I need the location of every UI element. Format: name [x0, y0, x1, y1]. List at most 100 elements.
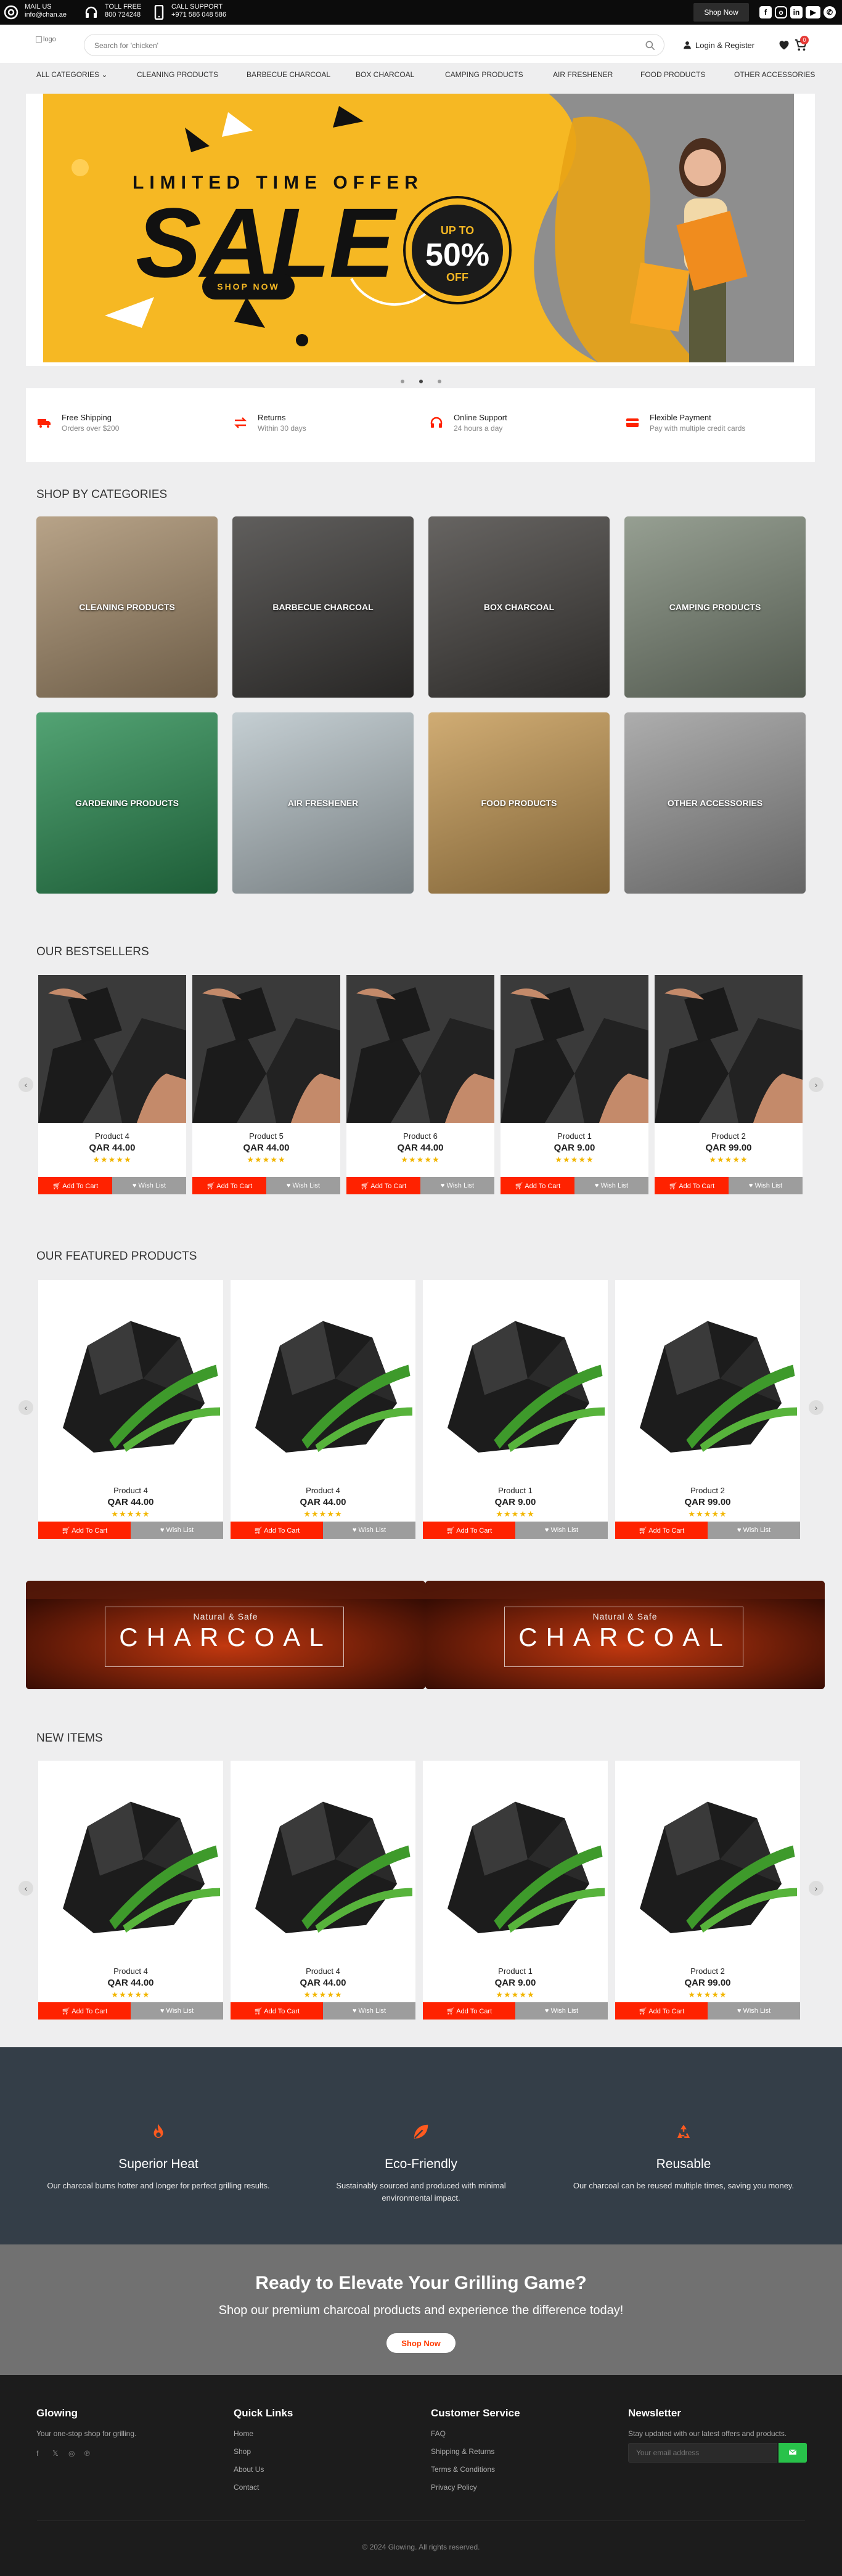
product-card[interactable]: Product 1 QAR 9.00 ★★★★★ 🛒︎ Add To Cart ♥ Wi…	[423, 1761, 608, 2020]
product-image[interactable]	[38, 975, 186, 1123]
bestsellers-next-arrow-icon[interactable]: ›	[809, 1077, 824, 1092]
product-name[interactable]: Product 4	[38, 1131, 186, 1141]
category-card[interactable]: CLEANING PRODUCTS	[36, 516, 218, 698]
wish-list-button[interactable]: ♥ Wish List	[515, 2002, 608, 2020]
add-to-cart-button[interactable]: 🛒︎ Add To Cart	[423, 2002, 515, 2020]
add-to-cart-button[interactable]: 🛒︎ Add To Cart	[38, 1177, 112, 1194]
product-name[interactable]: Product 4	[231, 1486, 415, 1495]
facebook-icon[interactable]: f	[759, 6, 772, 18]
wish-list-button[interactable]: ♥ Wish List	[515, 1522, 608, 1539]
top-shop-now-button[interactable]: Shop Now	[693, 3, 749, 22]
product-name[interactable]: Product 4	[38, 1967, 223, 1976]
product-card[interactable]: Product 2 QAR 99.00 ★★★★★ 🛒︎ Add To Cart ♥ W…	[615, 1280, 800, 1539]
product-card[interactable]: Product 4 QAR 44.00 ★★★★★ 🛒︎ Add To Cart ♥ W…	[231, 1761, 415, 2020]
cta-shop-now-button[interactable]: Shop Now	[386, 2333, 456, 2353]
nav-all-categories[interactable]: ALL CATEGORIES ⌄	[36, 70, 107, 79]
product-card[interactable]: Product 4 QAR 44.00 ★★★★★ 🛒︎ Add To Cart ♥ W…	[38, 1280, 223, 1539]
product-image[interactable]	[231, 1280, 415, 1477]
nav-cleaning-products[interactable]: CLEANING PRODUCTS	[137, 70, 218, 79]
add-to-cart-button[interactable]: 🛒︎ Add To Cart	[655, 1177, 729, 1194]
wish-list-button[interactable]: ♥ Wish List	[729, 1177, 803, 1194]
new-next-arrow-icon[interactable]: ›	[809, 1881, 824, 1896]
product-image[interactable]	[615, 1280, 800, 1477]
footer-link-contact[interactable]: Contact	[234, 2483, 406, 2492]
product-name[interactable]: Product 2	[615, 1967, 800, 1976]
wish-list-button[interactable]: ♥ Wish List	[708, 2002, 800, 2020]
product-card[interactable]: Product 1 QAR 9.00 ★★★★★ 🛒︎ Add To Cart ♥ Wi…	[501, 975, 648, 1194]
product-card[interactable]: Product 5 QAR 44.00 ★★★★★ 🛒︎ Add To Cart ♥ W…	[192, 975, 340, 1194]
footer-link-shop[interactable]: Shop	[234, 2447, 406, 2456]
footer-link-home[interactable]: Home	[234, 2429, 406, 2438]
add-to-cart-button[interactable]: 🛒︎ Add To Cart	[615, 1522, 708, 1539]
wish-list-button[interactable]: ♥ Wish List	[708, 1522, 800, 1539]
logo[interactable]: logo	[36, 36, 56, 43]
call-support-contact[interactable]: CALL SUPPORT +971 586 048 586	[171, 3, 226, 19]
add-to-cart-button[interactable]: 🛒︎ Add To Cart	[231, 1522, 323, 1539]
category-card[interactable]: FOOD PRODUCTS	[428, 712, 610, 894]
product-image[interactable]	[38, 1761, 223, 1958]
featured-prev-arrow-icon[interactable]: ‹	[18, 1400, 33, 1415]
newsletter-submit-button[interactable]	[779, 2443, 807, 2463]
slider-dot[interactable]	[401, 380, 404, 383]
add-to-cart-button[interactable]: 🛒︎ Add To Cart	[423, 1522, 515, 1539]
wish-list-button[interactable]: ♥ Wish List	[323, 1522, 415, 1539]
twitter-icon[interactable]: 𝕏	[52, 2449, 63, 2458]
facebook-icon[interactable]: f	[36, 2449, 47, 2458]
product-card[interactable]: Product 6 QAR 44.00 ★★★★★ 🛒︎ Add To Cart ♥ W…	[346, 975, 494, 1194]
nav-barbecue-charcoal[interactable]: BARBECUE CHARCOAL	[247, 70, 330, 79]
new-prev-arrow-icon[interactable]: ‹	[18, 1881, 33, 1896]
product-image[interactable]	[38, 1280, 223, 1477]
nav-other-accessories[interactable]: OTHER ACCESSORIES	[734, 70, 815, 79]
product-name[interactable]: Product 1	[423, 1967, 608, 1976]
footer-link-terms[interactable]: Terms & Conditions	[431, 2465, 603, 2474]
product-name[interactable]: Product 5	[192, 1131, 340, 1141]
toll-free-contact[interactable]: TOLL FREE 800 724248	[105, 3, 141, 19]
bestsellers-prev-arrow-icon[interactable]: ‹	[18, 1077, 33, 1092]
slider-dot-active[interactable]	[419, 380, 423, 383]
product-name[interactable]: Product 2	[655, 1131, 803, 1141]
footer-link-about[interactable]: About Us	[234, 2465, 406, 2474]
product-card[interactable]: Product 2 QAR 99.00 ★★★★★ 🛒︎ Add To Cart ♥ W…	[615, 1761, 800, 2020]
product-name[interactable]: Product 2	[615, 1486, 800, 1495]
product-image[interactable]	[192, 975, 340, 1123]
add-to-cart-button[interactable]: 🛒︎ Add To Cart	[38, 2002, 131, 2020]
add-to-cart-button[interactable]: 🛒︎ Add To Cart	[615, 2002, 708, 2020]
product-image[interactable]	[655, 975, 803, 1123]
search-input[interactable]	[94, 39, 637, 52]
slider-dot[interactable]	[438, 380, 441, 383]
category-card[interactable]: AIR FRESHENER	[232, 712, 414, 894]
mail-contact[interactable]: MAIL US info@chan.ae	[25, 3, 67, 19]
login-register-link[interactable]: Login & Register	[683, 41, 754, 50]
product-name[interactable]: Product 4	[231, 1967, 415, 1976]
add-to-cart-button[interactable]: 🛒︎ Add To Cart	[192, 1177, 266, 1194]
wish-list-button[interactable]: ♥ Wish List	[420, 1177, 494, 1194]
hero-shop-now-button[interactable]: SHOP NOW	[202, 274, 295, 300]
instagram-icon[interactable]: ◎	[68, 2449, 80, 2458]
search-icon[interactable]	[644, 39, 656, 52]
product-image[interactable]	[231, 1761, 415, 1958]
youtube-icon[interactable]: ▶	[806, 6, 820, 18]
wish-list-button[interactable]: ♥ Wish List	[131, 2002, 223, 2020]
footer-link-privacy[interactable]: Privacy Policy	[431, 2483, 603, 2492]
charcoal-banner[interactable]: Natural & Safe CHARCOAL	[425, 1581, 825, 1689]
product-card[interactable]: Product 4 QAR 44.00 ★★★★★ 🛒︎ Add To Cart ♥ W…	[38, 1761, 223, 2020]
nav-camping-products[interactable]: CAMPING PRODUCTS	[445, 70, 523, 79]
instagram-icon[interactable]: o	[775, 6, 787, 18]
product-card[interactable]: Product 4 QAR 44.00 ★★★★★ 🛒︎ Add To Cart ♥ W…	[231, 1280, 415, 1539]
wish-list-button[interactable]: ♥ Wish List	[323, 2002, 415, 2020]
product-name[interactable]: Product 1	[501, 1131, 648, 1141]
pinterest-icon[interactable]: ℗	[84, 2449, 96, 2458]
newsletter-email-input[interactable]	[628, 2443, 777, 2463]
nav-food-products[interactable]: FOOD PRODUCTS	[640, 70, 705, 79]
footer-link-shipping[interactable]: Shipping & Returns	[431, 2447, 603, 2456]
product-image[interactable]	[501, 975, 648, 1123]
category-card[interactable]: GARDENING PRODUCTS	[36, 712, 218, 894]
product-card[interactable]: Product 4 QAR 44.00 ★★★★★ 🛒︎ Add To Cart ♥ W…	[38, 975, 186, 1194]
hero-slider[interactable]: LIMITED TIME OFFER SALE UP TO 50% OFF SH…	[26, 94, 815, 366]
product-card[interactable]: Product 2 QAR 99.00 ★★★★★ 🛒︎ Add To Cart ♥ W…	[655, 975, 803, 1194]
product-image[interactable]	[423, 1280, 608, 1477]
whatsapp-icon[interactable]: ✆	[824, 6, 836, 18]
add-to-cart-button[interactable]: 🛒︎ Add To Cart	[38, 1522, 131, 1539]
category-card[interactable]: OTHER ACCESSORIES	[624, 712, 806, 894]
linkedin-icon[interactable]: in	[790, 6, 803, 18]
